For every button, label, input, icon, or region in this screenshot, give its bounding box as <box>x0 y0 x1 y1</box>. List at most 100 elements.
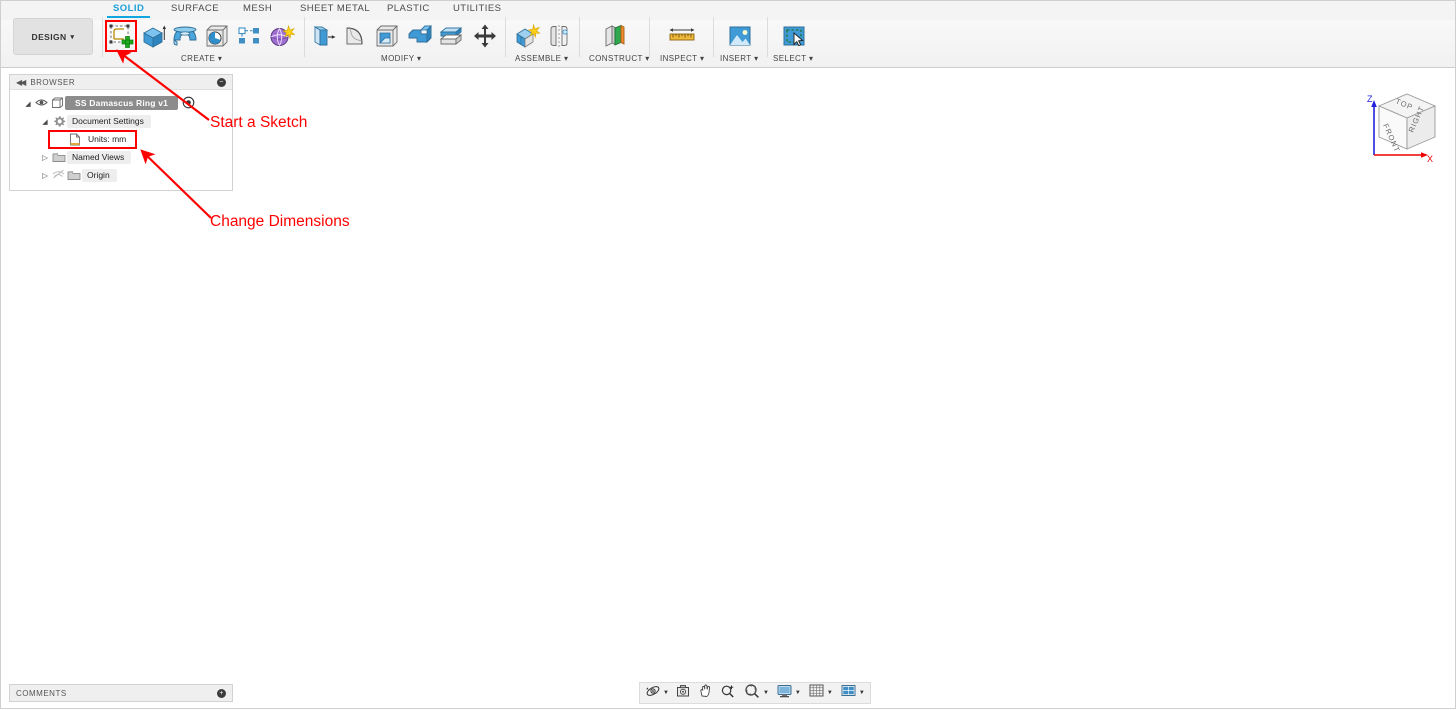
create-sketch-icon <box>107 23 135 49</box>
tool-pattern[interactable] <box>233 21 265 51</box>
tool-select[interactable] <box>778 21 810 51</box>
tab-utilities[interactable]: UTILITIES <box>451 3 503 14</box>
nav-look-at[interactable] <box>675 683 691 704</box>
tool-fillet[interactable] <box>339 21 371 51</box>
chevron-down-icon[interactable]: ▼ <box>827 690 833 696</box>
modify-group-label[interactable]: MODIFY ▾ <box>381 54 421 63</box>
tab-sheet-metal-label: SHEET METAL <box>300 3 371 14</box>
tab-utilities-label: UTILITIES <box>453 3 502 14</box>
ribbon-separator-4 <box>579 17 580 57</box>
chevron-down-icon[interactable]: ▼ <box>763 690 769 696</box>
grid-snap-icon <box>808 683 825 703</box>
change-dimensions-callout: Change Dimensions <box>210 213 350 230</box>
tool-split-face[interactable] <box>435 21 467 51</box>
tree-label-named-views: Named Views <box>67 150 132 164</box>
tool-combine[interactable] <box>403 21 435 51</box>
inspect-group-label[interactable]: INSPECT ▾ <box>660 54 704 63</box>
tree-row-root[interactable]: SS Damascus Ring v1 <box>10 94 232 112</box>
expander-document-settings-icon[interactable] <box>39 117 51 126</box>
browser-tree: SS Damascus Ring v1 Document Settings Un… <box>10 90 232 190</box>
orbit-icon <box>645 683 661 704</box>
nav-zoom-window[interactable]: ▼ <box>744 683 769 704</box>
folder-icon <box>66 170 82 181</box>
chevron-down-icon[interactable]: ▼ <box>663 690 669 696</box>
fusion360-window: SOLID SURFACE MESH SHEET METAL PLASTIC U… <box>0 0 1456 709</box>
nav-display-settings[interactable]: ▼ <box>776 683 801 704</box>
tool-revolve[interactable] <box>169 21 201 51</box>
new-component-icon <box>513 23 541 49</box>
tab-sheet-metal[interactable]: SHEET METAL <box>298 3 372 14</box>
collapse-left-icon[interactable]: ◀◀ <box>16 78 26 87</box>
start-a-sketch-callout: Start a Sketch <box>210 114 308 131</box>
tool-shell[interactable] <box>371 21 403 51</box>
tab-mesh-label: MESH <box>243 3 273 14</box>
expander-root-icon[interactable] <box>22 99 34 108</box>
comments-panel[interactable]: COMMENTS + <box>9 684 233 702</box>
chevron-down-icon: ▾ <box>70 33 75 41</box>
chevron-down-icon[interactable]: ▼ <box>795 690 801 696</box>
revolve-icon <box>171 23 199 49</box>
tab-plastic-label: PLASTIC <box>387 3 430 14</box>
tool-offset-plane[interactable] <box>599 21 631 51</box>
measure-icon <box>667 23 697 49</box>
tab-surface[interactable]: SURFACE <box>169 3 221 14</box>
tab-solid[interactable]: SOLID <box>106 3 151 18</box>
tool-insert[interactable] <box>724 21 756 51</box>
tool-extrude[interactable] <box>137 21 169 51</box>
browser-panel: ◀◀ BROWSER − SS Damascus Ring v1 <box>9 74 233 191</box>
ribbon-separator <box>102 17 103 57</box>
expander-named-views-icon[interactable] <box>39 153 51 162</box>
hole-icon <box>203 23 231 49</box>
pan-icon <box>697 683 713 704</box>
tool-new-component[interactable] <box>511 21 543 51</box>
tree-label-document-settings: Document Settings <box>67 114 151 128</box>
view-cube[interactable]: Z X TOP FRONT RIGHT <box>1357 79 1449 171</box>
navigation-bar: ▼ ▼ ▼ ▼ ▼ <box>639 682 871 704</box>
target-icon[interactable] <box>182 96 195 111</box>
tool-measure[interactable] <box>666 21 698 51</box>
nav-viewports[interactable]: ▼ <box>840 683 865 703</box>
x-axis-label: X <box>1427 154 1433 164</box>
tree-label-root: SS Damascus Ring v1 <box>65 96 179 110</box>
nav-pan[interactable] <box>697 683 713 704</box>
display-settings-icon <box>776 683 793 704</box>
shell-icon <box>373 23 401 49</box>
assemble-group-label[interactable]: ASSEMBLE ▾ <box>515 54 568 63</box>
create-group-label[interactable]: CREATE ▾ <box>181 54 222 63</box>
tree-row-named-views[interactable]: Named Views <box>10 148 232 166</box>
tool-move-copy[interactable] <box>469 21 501 51</box>
tree-row-origin[interactable]: Origin <box>10 166 232 184</box>
tree-label-origin: Origin <box>82 168 117 182</box>
tool-press-pull[interactable] <box>307 21 339 51</box>
nav-orbit[interactable]: ▼ <box>645 683 669 704</box>
construct-group-label[interactable]: CONSTRUCT ▾ <box>589 54 650 63</box>
tab-mesh[interactable]: MESH <box>241 3 274 14</box>
select-icon <box>780 23 808 49</box>
tree-row-units[interactable]: Units: mm <box>10 130 232 148</box>
eye-icon[interactable] <box>34 98 49 109</box>
tool-create-form[interactable] <box>265 21 297 51</box>
tool-hole[interactable] <box>201 21 233 51</box>
look-at-icon <box>675 683 691 704</box>
tool-joint[interactable] <box>543 21 575 51</box>
tree-row-document-settings[interactable]: Document Settings <box>10 112 232 130</box>
extrude-icon <box>139 23 167 49</box>
expander-origin-icon[interactable] <box>39 171 51 180</box>
insert-group-label[interactable]: INSERT ▾ <box>720 54 759 63</box>
joint-icon <box>545 23 573 49</box>
select-group-label[interactable]: SELECT ▾ <box>773 54 813 63</box>
tab-plastic[interactable]: PLASTIC <box>385 3 432 14</box>
minus-circle-icon[interactable]: − <box>217 77 226 87</box>
gear-icon <box>51 115 67 128</box>
nav-zoom[interactable] <box>720 683 736 704</box>
tree-label-units: Units: mm <box>88 134 127 144</box>
plus-circle-icon[interactable]: + <box>217 688 226 698</box>
tool-create-sketch[interactable] <box>105 21 137 51</box>
eye-off-icon[interactable] <box>51 169 66 181</box>
browser-header: ◀◀ BROWSER − <box>10 75 232 90</box>
nav-grid-snap[interactable]: ▼ <box>808 683 833 703</box>
viewports-icon <box>840 683 857 703</box>
workspace-switcher-button[interactable]: DESIGN ▾ <box>13 18 93 55</box>
ribbon-separator-7 <box>767 17 768 57</box>
chevron-down-icon[interactable]: ▼ <box>859 690 865 696</box>
